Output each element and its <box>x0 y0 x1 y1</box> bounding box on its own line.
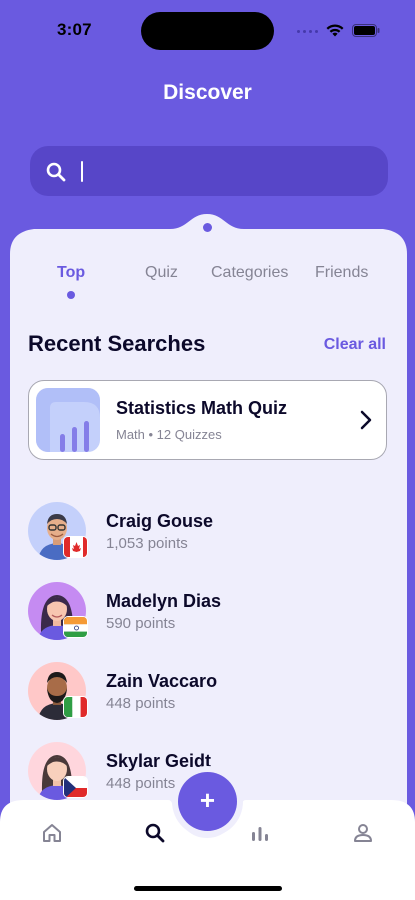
friend-points: 590 points <box>106 615 176 632</box>
friend-points: 448 points <box>106 695 176 712</box>
friend-name: Craig Gouse <box>106 511 214 531</box>
search-icon <box>46 162 66 182</box>
recent-searches-heading: Recent Searches <box>28 331 206 356</box>
tab-friends[interactable]: Friends <box>315 264 368 282</box>
search-icon[interactable] <box>144 822 166 844</box>
friend-item[interactable]: Craig Gouse 1,053 points <box>28 502 388 564</box>
friend-name: Zain Vaccaro <box>106 671 218 691</box>
plus-icon: + <box>199 785 216 815</box>
tab-bar: Top Quiz Categories Friends <box>10 264 407 304</box>
chevron-right-icon <box>360 410 372 430</box>
friend-item[interactable]: Madelyn Dias 590 points <box>28 582 388 644</box>
cellular-signal-icon <box>297 30 318 33</box>
status-time: 3:07 <box>57 20 92 39</box>
panel-indicator-dot <box>203 223 212 232</box>
page-title: Discover <box>163 81 252 104</box>
bar-chart-icon <box>36 388 100 452</box>
clear-all-button[interactable]: Clear all <box>324 336 386 354</box>
home-indicator <box>134 886 282 891</box>
dynamic-island <box>141 12 274 50</box>
search-input[interactable] <box>80 156 370 186</box>
friend-item[interactable]: Zain Vaccaro 448 points <box>28 662 388 724</box>
tab-top[interactable]: Top <box>57 264 85 282</box>
battery-icon <box>352 24 380 37</box>
wifi-icon <box>326 24 344 37</box>
quiz-title: Statistics Math Quiz <box>116 398 288 418</box>
canada-flag-icon <box>63 536 88 558</box>
stats-icon[interactable] <box>249 822 271 844</box>
quiz-subtitle: Math • 12 Quizzes <box>116 427 222 442</box>
friend-points: 1,053 points <box>106 535 188 552</box>
quiz-thumbnail <box>36 388 100 452</box>
add-button[interactable]: + <box>178 772 237 831</box>
active-tab-dot <box>67 291 75 299</box>
italy-flag-icon <box>63 696 88 718</box>
recent-quiz-card[interactable]: Statistics Math Quiz Math • 12 Quizzes <box>28 380 387 460</box>
profile-icon[interactable] <box>352 822 374 844</box>
czech-flag-icon <box>63 776 88 798</box>
home-icon[interactable] <box>41 822 63 844</box>
friend-name: Madelyn Dias <box>106 591 222 611</box>
tab-categories[interactable]: Categories <box>211 264 288 282</box>
tab-quiz[interactable]: Quiz <box>145 264 178 282</box>
friend-points: 448 points <box>106 775 176 792</box>
india-flag-icon <box>63 616 88 638</box>
friend-name: Skylar Geidt <box>106 751 212 771</box>
status-bar: 3:07 <box>0 0 415 60</box>
search-bar[interactable] <box>30 146 388 196</box>
